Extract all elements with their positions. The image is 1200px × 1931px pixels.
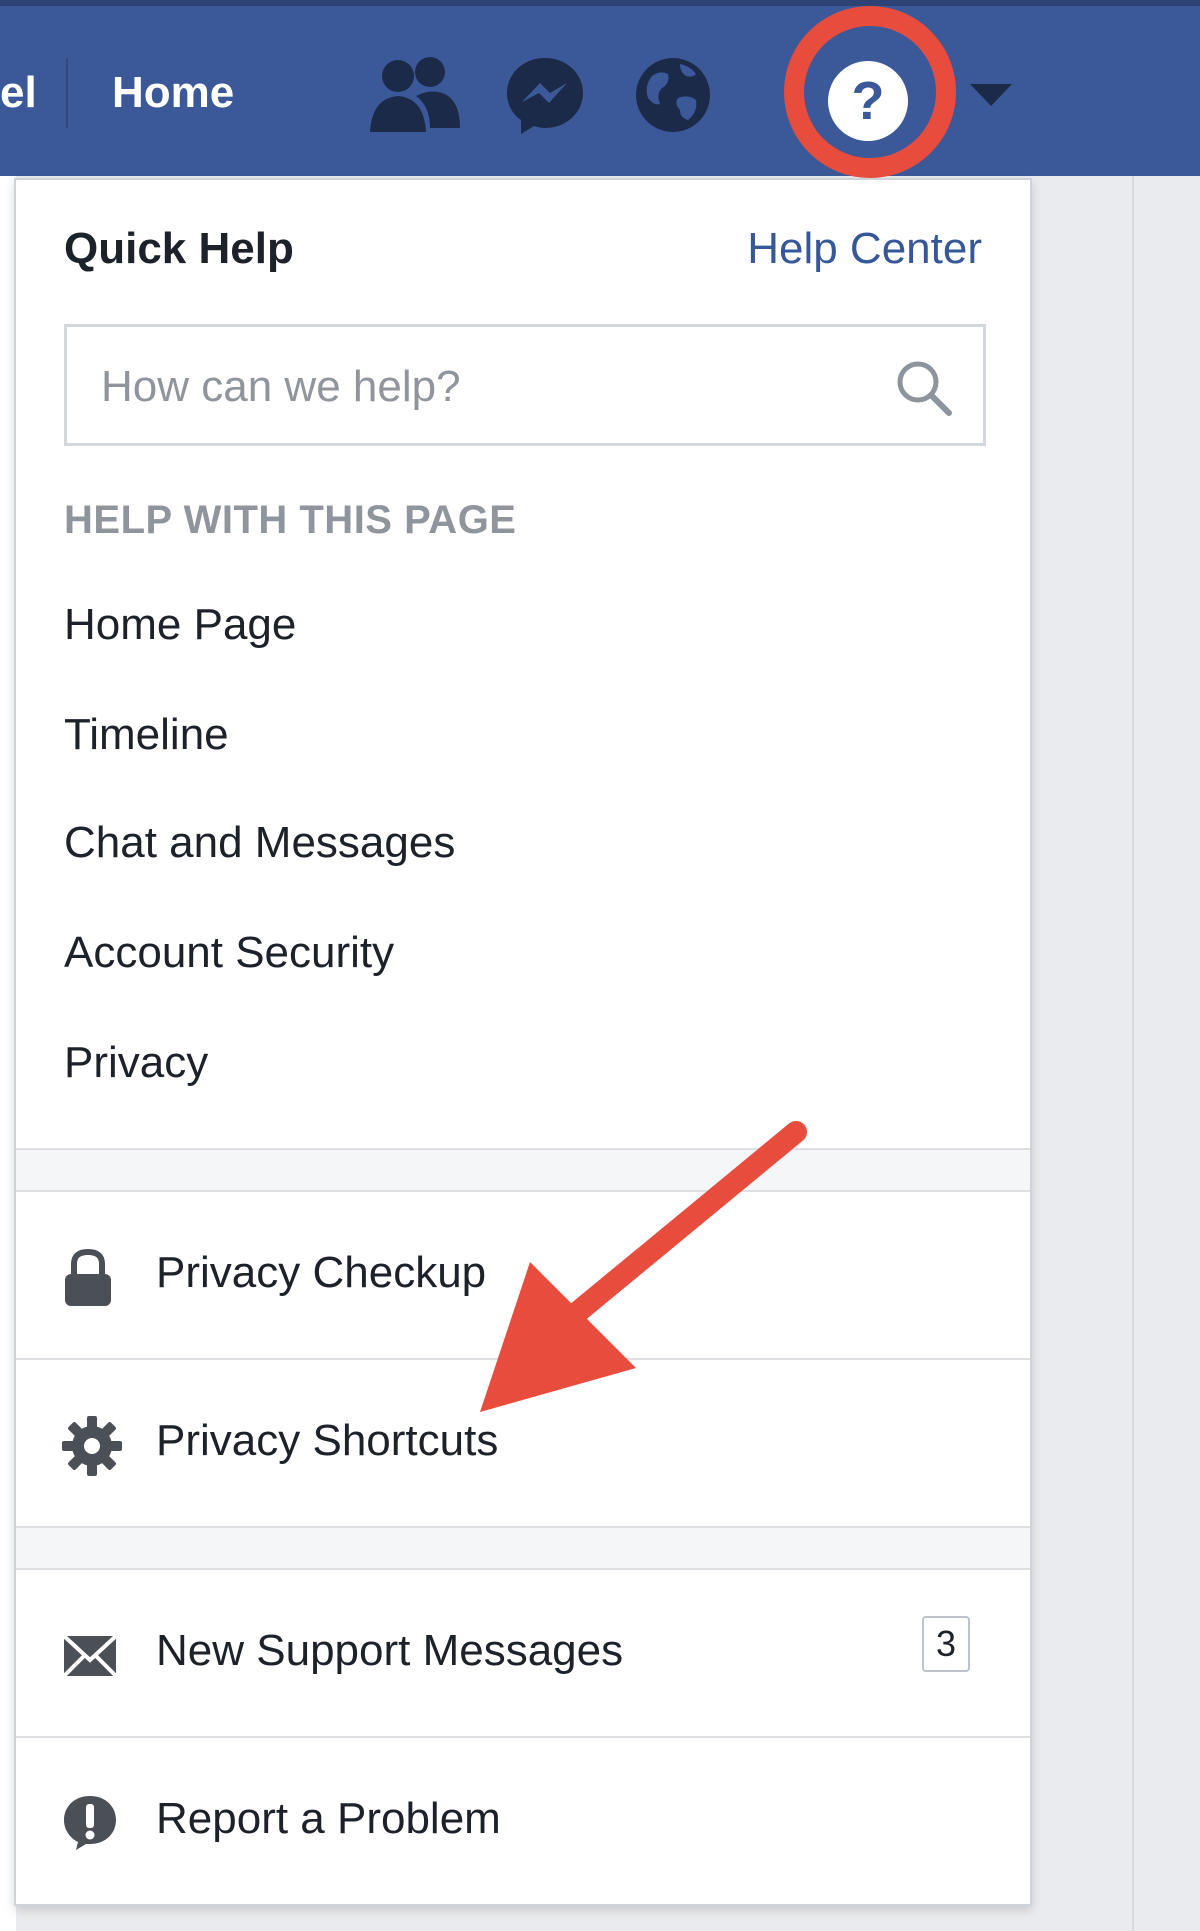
help-search-input[interactable]: [99, 353, 883, 421]
privacy-shortcuts-item[interactable]: Privacy Shortcuts: [16, 1360, 1030, 1526]
report-problem-item[interactable]: Report a Problem: [16, 1738, 1030, 1904]
section-separator: [16, 1148, 1030, 1192]
help-center-link[interactable]: Help Center: [747, 224, 982, 274]
section-separator: [16, 1526, 1030, 1570]
topic-account-security[interactable]: Account Security: [64, 928, 394, 978]
help-section-heading: HELP WITH THIS PAGE: [64, 498, 517, 542]
nav-divider: [66, 58, 68, 128]
nav-home-link[interactable]: Home: [112, 68, 234, 118]
lock-icon: [65, 1248, 111, 1306]
background-divider: [1132, 176, 1134, 1931]
help-icon[interactable]: ?: [826, 59, 910, 143]
caret-down-icon[interactable]: [970, 84, 1012, 108]
topic-home-page[interactable]: Home Page: [64, 600, 296, 650]
nav-profile-name-cut[interactable]: el: [0, 68, 37, 118]
messenger-icon[interactable]: [504, 54, 586, 136]
privacy-checkup-item[interactable]: Privacy Checkup: [16, 1192, 1030, 1358]
topic-privacy[interactable]: Privacy: [64, 1038, 208, 1088]
background-right-area: [1034, 176, 1200, 1931]
report-problem-label: Report a Problem: [156, 1794, 501, 1843]
support-messages-label: New Support Messages: [156, 1626, 624, 1675]
quick-help-title: Quick Help: [64, 224, 294, 273]
topic-timeline[interactable]: Timeline: [64, 710, 229, 760]
envelope-icon: [62, 1634, 118, 1678]
support-messages-count-badge: 3: [922, 1616, 970, 1672]
search-icon[interactable]: [895, 359, 953, 417]
help-search-box: [64, 324, 986, 446]
dropdown-notch: [858, 158, 886, 176]
alert-icon: [64, 1796, 116, 1850]
quick-help-dropdown: Quick Help Help Center HELP WITH THIS PA…: [14, 178, 1032, 1906]
privacy-shortcuts-label: Privacy Shortcuts: [156, 1416, 499, 1465]
support-messages-item[interactable]: New Support Messages 3: [16, 1570, 1030, 1736]
topic-chat-and-messages[interactable]: Chat and Messages: [64, 818, 455, 868]
globe-icon[interactable]: [634, 54, 712, 136]
top-navigation-bar: el Home ?: [0, 0, 1200, 176]
gear-icon: [62, 1416, 122, 1476]
privacy-checkup-label: Privacy Checkup: [156, 1248, 487, 1297]
friends-icon[interactable]: [368, 54, 462, 134]
svg-text:?: ?: [852, 71, 885, 131]
